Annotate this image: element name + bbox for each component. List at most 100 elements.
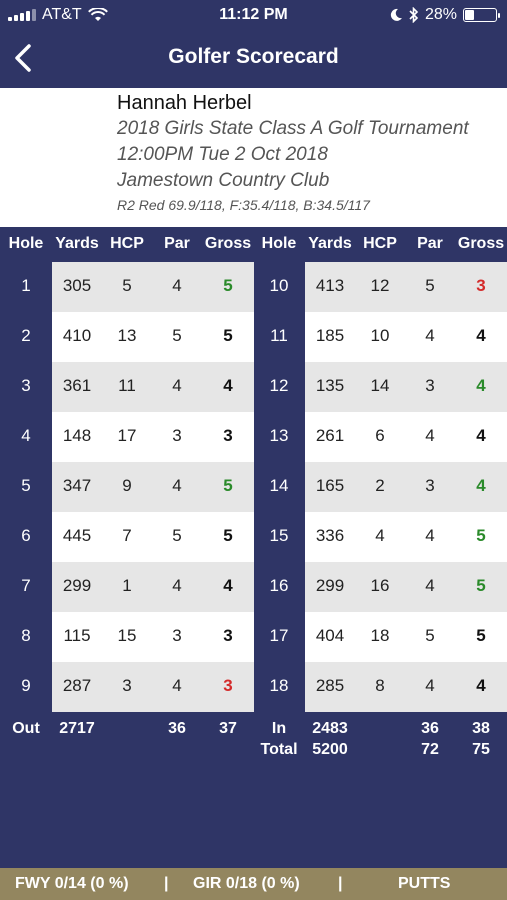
par-cell: 5 [172,326,182,345]
stats-bar: FWY 0/14 (0 %) | GIR 0/18 (0 %) | PUTTS [0,868,507,900]
hcp-cell: 12 [370,276,390,295]
table-row[interactable]: 299 1 4 4 [52,562,254,612]
gir-stat[interactable]: GIR 0/18 (0 %) [193,875,300,893]
gross-cell: 3 [223,426,233,445]
hole-number: 16 [269,576,289,595]
par-cell: 3 [172,626,182,645]
table-row[interactable]: 165 2 3 4 [305,462,507,512]
hcp-cell: 11 [118,376,136,395]
hcp-cell: 4 [375,526,385,545]
hole-number: 1 [21,276,31,295]
table-row[interactable]: 261 6 4 4 [305,412,507,462]
gross-cell: 4 [476,426,486,445]
table-header: Hole Yards HCP Par Gross Hole Yards HCP … [0,227,507,261]
par-cell: 5 [425,626,435,645]
table-row[interactable]: 410 13 5 5 [52,312,254,362]
hole-number: 13 [269,426,289,445]
table-row[interactable]: 413 12 5 3 [305,262,507,312]
par-cell: 5 [425,276,435,295]
yards-cell: 299 [62,576,92,595]
gross-cell: 3 [223,676,233,695]
table-row[interactable]: 115 15 3 3 [52,612,254,662]
table-row[interactable]: 336 4 4 5 [305,512,507,562]
status-bar: AT&T 11:12 PM 28% [0,0,507,32]
hole-number: 9 [21,676,31,695]
header-par: Par [164,235,190,252]
moon-icon [390,8,402,21]
yards-cell: 135 [315,376,345,395]
table-row[interactable]: 361 11 4 4 [52,362,254,412]
course-name: Jamestown Country Club [117,170,330,191]
gross-cell: 4 [476,676,486,695]
table-row[interactable]: 135 14 3 4 [305,362,507,412]
gross-cell: 5 [476,626,486,645]
fwy-stat[interactable]: FWY 0/14 (0 %) [15,875,129,893]
battery-icon [463,8,500,22]
hcp-cell: 14 [370,376,390,395]
yards-cell: 413 [315,276,345,295]
out-label: Out [12,720,40,737]
table-row[interactable]: 305 5 4 5 [52,262,254,312]
header-par: Par [417,235,443,252]
putts-stat[interactable]: PUTTS [398,875,450,893]
yards-cell: 261 [315,426,345,445]
table-row[interactable]: 347 9 4 5 [52,462,254,512]
par-cell: 4 [425,426,435,445]
table-row[interactable]: 148 17 3 3 [52,412,254,462]
total-par: 72 [421,741,439,758]
yards-cell: 148 [62,426,92,445]
in-yards: 2483 [312,720,348,737]
stats-separator: | [164,875,169,892]
table-row[interactable]: 404 18 5 5 [305,612,507,662]
yards-cell: 299 [315,576,345,595]
total-yards: 5200 [312,741,348,758]
header-hole: Hole [261,235,297,252]
gross-cell: 3 [223,626,233,645]
table-row[interactable]: 285 8 4 4 [305,662,507,712]
hole-number: 5 [21,476,31,495]
hcp-cell: 2 [375,476,385,495]
stats-separator: | [338,875,343,892]
yards-cell: 185 [315,326,345,345]
par-cell: 4 [425,326,435,345]
table-row[interactable]: 299 16 4 5 [305,562,507,612]
gross-cell: 5 [476,526,486,545]
gross-cell: 4 [476,476,486,495]
in-gross: 38 [472,720,490,737]
par-cell: 4 [172,376,182,395]
hole-number: 11 [270,326,288,345]
gross-cell: 4 [476,376,486,395]
header-hole: Hole [8,235,44,252]
hole-number: 6 [21,526,31,545]
yards-cell: 165 [315,476,345,495]
out-gross: 37 [219,720,237,737]
header-yards: Yards [308,235,352,252]
table-row[interactable]: 445 7 5 5 [52,512,254,562]
par-cell: 5 [172,526,182,545]
total-label: Total [260,741,298,758]
table-row[interactable]: 287 3 4 3 [52,662,254,712]
header-gross: Gross [204,235,252,252]
par-cell: 3 [172,426,182,445]
table-row[interactable]: 185 10 4 4 [305,312,507,362]
yards-cell: 404 [315,626,345,645]
yards-cell: 287 [62,676,92,695]
par-cell: 4 [425,576,435,595]
hcp-cell: 16 [370,576,390,595]
yards-cell: 336 [315,526,345,545]
tournament-name: 2018 Girls State Class A Golf Tournament [117,118,469,139]
hcp-cell: 10 [370,326,390,345]
hcp-cell: 13 [117,326,137,345]
back-nine-table: 413 12 5 3 185 10 4 4 135 14 3 4 261 6 4 4 165 2 3 4 336 4 4 5 2… [305,262,507,712]
hole-number: 4 [21,426,31,445]
hole-number: 7 [21,576,31,595]
nav-bar: Golfer Scorecard [0,32,507,86]
gross-cell: 5 [223,326,233,345]
hcp-cell: 9 [122,476,132,495]
par-cell: 3 [425,476,435,495]
hcp-cell: 15 [117,626,137,645]
hole-number: 14 [269,476,289,495]
page-title: Golfer Scorecard [168,45,339,68]
hole-number: 12 [269,376,289,395]
hcp-cell: 8 [375,676,385,695]
